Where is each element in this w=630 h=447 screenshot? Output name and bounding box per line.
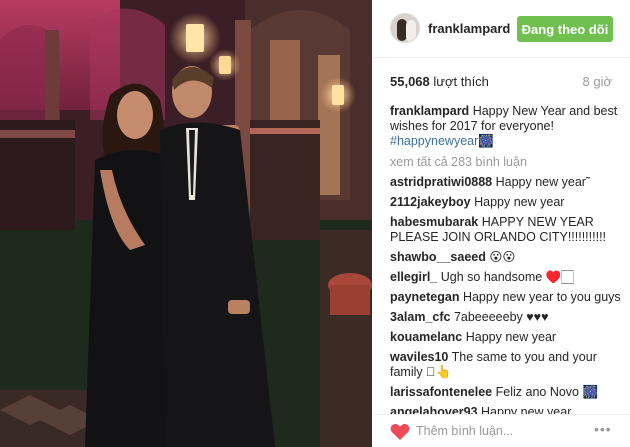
comment-item: kouamelanc Happy new year bbox=[390, 330, 622, 345]
comment-text: Feliz ano Novo 🎆 bbox=[495, 385, 599, 399]
comment-item: shawbo__saeed 😮😮 bbox=[390, 250, 622, 265]
comment-username[interactable]: astridpratiwi0888 bbox=[390, 175, 492, 189]
caption-username[interactable]: franklampard bbox=[390, 104, 469, 118]
comment-username[interactable]: angelahover93 bbox=[390, 405, 478, 414]
post-caption: franklampard Happy New Year and best wis… bbox=[390, 104, 622, 149]
comment-item: 2112jakeyboy Happy new year bbox=[390, 195, 622, 210]
comment-username[interactable]: habesmubarak bbox=[390, 215, 478, 229]
caption-emoji: 🎆 bbox=[478, 134, 494, 148]
username-link[interactable]: franklampard bbox=[428, 21, 510, 36]
comment-text: 😮😮 bbox=[489, 250, 516, 264]
likes-summary[interactable]: 55,068 lượt thích bbox=[390, 74, 489, 89]
comment-text: Happy new year to you guys bbox=[462, 290, 621, 304]
caption-hashtag[interactable]: #happynewyear bbox=[390, 134, 478, 148]
comment-username[interactable]: waviles10 bbox=[390, 350, 448, 364]
post-photo[interactable] bbox=[0, 0, 372, 447]
comment-username[interactable]: ellegirl_ bbox=[390, 270, 437, 284]
comment-text: Happy new year bbox=[465, 330, 557, 344]
comment-username[interactable]: 3alam_cfc bbox=[390, 310, 450, 324]
comment-text: Ugh so handsome ♥️🏻 bbox=[440, 270, 574, 284]
comment-item: paynetegan Happy new year to you guys bbox=[390, 290, 622, 305]
comments-list[interactable]: franklampard Happy New Year and best wis… bbox=[390, 104, 622, 414]
comment-text: Happy new year bbox=[474, 195, 565, 209]
avatar-figure-right bbox=[406, 20, 416, 42]
comment-item: angelahover93 Happy new year bbox=[390, 405, 622, 414]
comment-text: 7abeeeeeby ♥♥♥ bbox=[453, 310, 549, 324]
post-stats: 55,068 lượt thích 8 giờ bbox=[390, 74, 612, 90]
comment-item: habesmubarak HAPPY NEW YEAR PLEASE JOIN … bbox=[390, 215, 622, 245]
comment-username[interactable]: kouamelanc bbox=[390, 330, 462, 344]
more-options-icon[interactable]: ••• bbox=[594, 421, 616, 439]
avatar[interactable] bbox=[390, 13, 420, 43]
post-timestamp[interactable]: 8 giờ bbox=[583, 74, 613, 89]
heart-icon[interactable] bbox=[390, 423, 410, 441]
comment-username[interactable]: larissafontenelee bbox=[390, 385, 492, 399]
comment-text: Happy new year bbox=[481, 405, 572, 414]
comment-text: Happy new year˜ bbox=[495, 175, 591, 189]
comment-item: waviles10 The same to you and your famil… bbox=[390, 350, 622, 380]
photo-scene bbox=[0, 0, 372, 447]
add-comment-bar: ••• bbox=[372, 415, 630, 447]
comment-item: ellegirl_ Ugh so handsome ♥️🏻 bbox=[390, 270, 622, 285]
comment-rows: astridpratiwi0888 Happy new year˜ 2112jak… bbox=[390, 175, 622, 414]
comment-item: 3alam_cfc 7abeeeeeby ♥♥♥ bbox=[390, 310, 622, 325]
post-header: franklampard Đang theo dõi bbox=[372, 0, 630, 58]
comment-username[interactable]: paynetegan bbox=[390, 290, 459, 304]
likes-label: lượt thích bbox=[433, 74, 489, 89]
post-side-panel: franklampard Đang theo dõi 55,068 lượt t… bbox=[372, 0, 630, 447]
likes-count: 55,068 bbox=[390, 74, 430, 89]
following-button[interactable]: Đang theo dõi bbox=[517, 16, 613, 42]
comment-input[interactable] bbox=[416, 421, 586, 441]
view-all-comments-link[interactable]: xem tất cả 283 bình luận bbox=[390, 155, 622, 170]
comment-item: larissafontenelee Feliz ano Novo 🎆 bbox=[390, 385, 622, 400]
comment-username[interactable]: 2112jakeyboy bbox=[390, 195, 471, 209]
comment-item: astridpratiwi0888 Happy new year˜ bbox=[390, 175, 622, 190]
comment-username[interactable]: shawbo__saeed bbox=[390, 250, 486, 264]
